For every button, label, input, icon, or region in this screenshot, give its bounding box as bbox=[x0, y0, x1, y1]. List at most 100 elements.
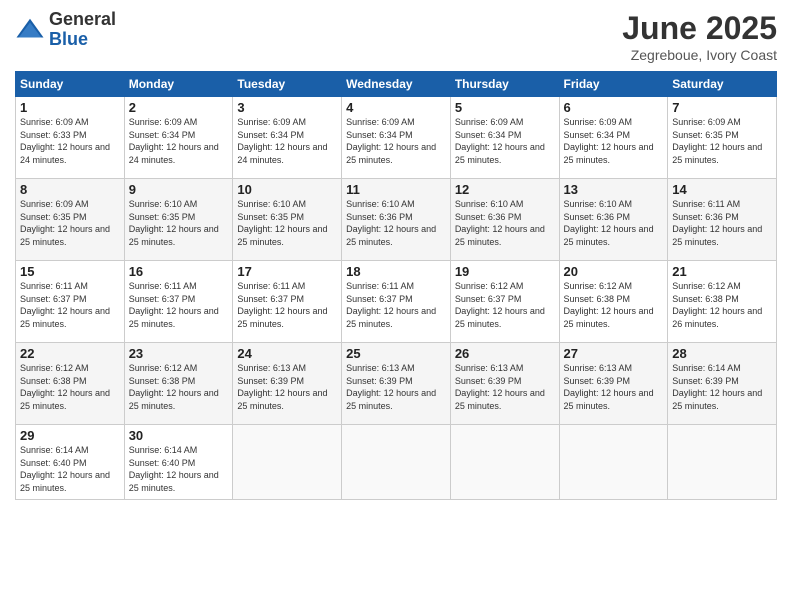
day-number: 12 bbox=[455, 182, 555, 197]
table-row bbox=[233, 425, 342, 500]
day-number: 14 bbox=[672, 182, 772, 197]
table-row: 23 Sunrise: 6:12 AMSunset: 6:38 PMDaylig… bbox=[124, 343, 233, 425]
table-row: 25 Sunrise: 6:13 AMSunset: 6:39 PMDaylig… bbox=[342, 343, 451, 425]
day-info: Sunrise: 6:14 AMSunset: 6:40 PMDaylight:… bbox=[129, 445, 219, 493]
day-number: 5 bbox=[455, 100, 555, 115]
table-row: 21 Sunrise: 6:12 AMSunset: 6:38 PMDaylig… bbox=[668, 261, 777, 343]
calendar-table: Sunday Monday Tuesday Wednesday Thursday… bbox=[15, 71, 777, 500]
day-info: Sunrise: 6:09 AMSunset: 6:34 PMDaylight:… bbox=[455, 117, 545, 165]
day-number: 7 bbox=[672, 100, 772, 115]
logo: General Blue bbox=[15, 10, 116, 50]
day-number: 25 bbox=[346, 346, 446, 361]
table-row: 5 Sunrise: 6:09 AMSunset: 6:34 PMDayligh… bbox=[450, 97, 559, 179]
table-row: 4 Sunrise: 6:09 AMSunset: 6:34 PMDayligh… bbox=[342, 97, 451, 179]
day-info: Sunrise: 6:09 AMSunset: 6:34 PMDaylight:… bbox=[237, 117, 327, 165]
table-row: 9 Sunrise: 6:10 AMSunset: 6:35 PMDayligh… bbox=[124, 179, 233, 261]
header-sunday: Sunday bbox=[16, 72, 125, 97]
logo-blue-text: Blue bbox=[49, 30, 116, 50]
calendar-week-row-2: 8 Sunrise: 6:09 AMSunset: 6:35 PMDayligh… bbox=[16, 179, 777, 261]
day-number: 3 bbox=[237, 100, 337, 115]
table-row bbox=[668, 425, 777, 500]
day-number: 23 bbox=[129, 346, 229, 361]
day-number: 13 bbox=[564, 182, 664, 197]
day-number: 2 bbox=[129, 100, 229, 115]
day-info: Sunrise: 6:09 AMSunset: 6:34 PMDaylight:… bbox=[129, 117, 219, 165]
day-info: Sunrise: 6:13 AMSunset: 6:39 PMDaylight:… bbox=[237, 363, 327, 411]
day-info: Sunrise: 6:12 AMSunset: 6:38 PMDaylight:… bbox=[129, 363, 219, 411]
table-row: 20 Sunrise: 6:12 AMSunset: 6:38 PMDaylig… bbox=[559, 261, 668, 343]
table-row bbox=[559, 425, 668, 500]
day-info: Sunrise: 6:14 AMSunset: 6:40 PMDaylight:… bbox=[20, 445, 110, 493]
page: General Blue June 2025 Zegreboue, Ivory … bbox=[0, 0, 792, 612]
header: General Blue June 2025 Zegreboue, Ivory … bbox=[15, 10, 777, 63]
day-number: 17 bbox=[237, 264, 337, 279]
day-number: 18 bbox=[346, 264, 446, 279]
day-number: 20 bbox=[564, 264, 664, 279]
day-number: 8 bbox=[20, 182, 120, 197]
table-row: 26 Sunrise: 6:13 AMSunset: 6:39 PMDaylig… bbox=[450, 343, 559, 425]
day-info: Sunrise: 6:09 AMSunset: 6:33 PMDaylight:… bbox=[20, 117, 110, 165]
day-number: 19 bbox=[455, 264, 555, 279]
day-info: Sunrise: 6:10 AMSunset: 6:36 PMDaylight:… bbox=[564, 199, 654, 247]
day-info: Sunrise: 6:10 AMSunset: 6:36 PMDaylight:… bbox=[346, 199, 436, 247]
day-info: Sunrise: 6:11 AMSunset: 6:36 PMDaylight:… bbox=[672, 199, 762, 247]
table-row: 6 Sunrise: 6:09 AMSunset: 6:34 PMDayligh… bbox=[559, 97, 668, 179]
calendar-week-row-1: 1 Sunrise: 6:09 AMSunset: 6:33 PMDayligh… bbox=[16, 97, 777, 179]
table-row: 15 Sunrise: 6:11 AMSunset: 6:37 PMDaylig… bbox=[16, 261, 125, 343]
day-number: 22 bbox=[20, 346, 120, 361]
table-row: 2 Sunrise: 6:09 AMSunset: 6:34 PMDayligh… bbox=[124, 97, 233, 179]
logo-text: General Blue bbox=[49, 10, 116, 50]
table-row bbox=[450, 425, 559, 500]
day-info: Sunrise: 6:14 AMSunset: 6:39 PMDaylight:… bbox=[672, 363, 762, 411]
day-number: 27 bbox=[564, 346, 664, 361]
table-row: 7 Sunrise: 6:09 AMSunset: 6:35 PMDayligh… bbox=[668, 97, 777, 179]
calendar-week-row-4: 22 Sunrise: 6:12 AMSunset: 6:38 PMDaylig… bbox=[16, 343, 777, 425]
table-row bbox=[342, 425, 451, 500]
table-row: 3 Sunrise: 6:09 AMSunset: 6:34 PMDayligh… bbox=[233, 97, 342, 179]
table-row: 14 Sunrise: 6:11 AMSunset: 6:36 PMDaylig… bbox=[668, 179, 777, 261]
day-number: 11 bbox=[346, 182, 446, 197]
day-info: Sunrise: 6:12 AMSunset: 6:38 PMDaylight:… bbox=[672, 281, 762, 329]
day-number: 26 bbox=[455, 346, 555, 361]
header-thursday: Thursday bbox=[450, 72, 559, 97]
table-row: 11 Sunrise: 6:10 AMSunset: 6:36 PMDaylig… bbox=[342, 179, 451, 261]
day-number: 6 bbox=[564, 100, 664, 115]
day-info: Sunrise: 6:11 AMSunset: 6:37 PMDaylight:… bbox=[346, 281, 436, 329]
day-info: Sunrise: 6:13 AMSunset: 6:39 PMDaylight:… bbox=[346, 363, 436, 411]
logo-icon bbox=[15, 15, 45, 45]
day-number: 30 bbox=[129, 428, 229, 443]
day-info: Sunrise: 6:11 AMSunset: 6:37 PMDaylight:… bbox=[129, 281, 219, 329]
day-info: Sunrise: 6:09 AMSunset: 6:35 PMDaylight:… bbox=[672, 117, 762, 165]
day-info: Sunrise: 6:13 AMSunset: 6:39 PMDaylight:… bbox=[455, 363, 545, 411]
day-info: Sunrise: 6:10 AMSunset: 6:36 PMDaylight:… bbox=[455, 199, 545, 247]
day-info: Sunrise: 6:12 AMSunset: 6:38 PMDaylight:… bbox=[564, 281, 654, 329]
header-saturday: Saturday bbox=[668, 72, 777, 97]
day-info: Sunrise: 6:13 AMSunset: 6:39 PMDaylight:… bbox=[564, 363, 654, 411]
title-section: June 2025 Zegreboue, Ivory Coast bbox=[622, 10, 777, 63]
table-row: 28 Sunrise: 6:14 AMSunset: 6:39 PMDaylig… bbox=[668, 343, 777, 425]
day-number: 24 bbox=[237, 346, 337, 361]
day-info: Sunrise: 6:12 AMSunset: 6:37 PMDaylight:… bbox=[455, 281, 545, 329]
header-wednesday: Wednesday bbox=[342, 72, 451, 97]
day-number: 1 bbox=[20, 100, 120, 115]
day-info: Sunrise: 6:09 AMSunset: 6:34 PMDaylight:… bbox=[564, 117, 654, 165]
table-row: 30 Sunrise: 6:14 AMSunset: 6:40 PMDaylig… bbox=[124, 425, 233, 500]
header-tuesday: Tuesday bbox=[233, 72, 342, 97]
calendar-week-row-3: 15 Sunrise: 6:11 AMSunset: 6:37 PMDaylig… bbox=[16, 261, 777, 343]
day-info: Sunrise: 6:09 AMSunset: 6:34 PMDaylight:… bbox=[346, 117, 436, 165]
table-row: 10 Sunrise: 6:10 AMSunset: 6:35 PMDaylig… bbox=[233, 179, 342, 261]
day-info: Sunrise: 6:11 AMSunset: 6:37 PMDaylight:… bbox=[237, 281, 327, 329]
day-info: Sunrise: 6:11 AMSunset: 6:37 PMDaylight:… bbox=[20, 281, 110, 329]
calendar-subtitle: Zegreboue, Ivory Coast bbox=[622, 47, 777, 63]
day-number: 10 bbox=[237, 182, 337, 197]
day-number: 29 bbox=[20, 428, 120, 443]
day-info: Sunrise: 6:09 AMSunset: 6:35 PMDaylight:… bbox=[20, 199, 110, 247]
logo-general-text: General bbox=[49, 10, 116, 30]
weekday-header-row: Sunday Monday Tuesday Wednesday Thursday… bbox=[16, 72, 777, 97]
day-number: 4 bbox=[346, 100, 446, 115]
table-row: 22 Sunrise: 6:12 AMSunset: 6:38 PMDaylig… bbox=[16, 343, 125, 425]
day-info: Sunrise: 6:12 AMSunset: 6:38 PMDaylight:… bbox=[20, 363, 110, 411]
table-row: 16 Sunrise: 6:11 AMSunset: 6:37 PMDaylig… bbox=[124, 261, 233, 343]
day-info: Sunrise: 6:10 AMSunset: 6:35 PMDaylight:… bbox=[129, 199, 219, 247]
day-number: 9 bbox=[129, 182, 229, 197]
